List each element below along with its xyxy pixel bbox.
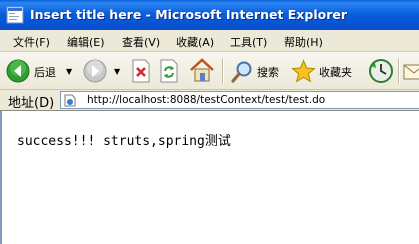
back-button[interactable]: 后退 ▼ — [4, 58, 74, 84]
address-field[interactable]: http://localhost:8088/testContext/test/t… — [60, 91, 419, 109]
toolbar-separator — [398, 58, 400, 84]
forward-dropdown-icon[interactable]: ▼ — [114, 67, 120, 76]
favorites-label: 收藏夹 — [319, 66, 352, 79]
window-title: Insert title here - Microsoft Internet E… — [30, 7, 347, 22]
address-url[interactable]: http://localhost:8088/testContext/test/t… — [87, 94, 325, 106]
back-dropdown-icon[interactable]: ▼ — [66, 67, 72, 76]
back-arrow-icon — [6, 59, 30, 83]
star-icon — [291, 59, 316, 83]
page-icon — [64, 94, 76, 107]
ie-window-icon — [6, 6, 24, 24]
mail-icon[interactable] — [403, 60, 419, 82]
address-label: 地址(D) — [8, 96, 55, 111]
history-icon[interactable] — [368, 58, 394, 84]
page-text: success!!! struts,spring测试 — [17, 134, 231, 149]
back-label: 后退 — [34, 66, 56, 79]
menu-favorites[interactable]: 收藏(A) — [176, 34, 214, 50]
favorites-button[interactable]: 收藏夹 — [290, 58, 360, 84]
refresh-icon[interactable] — [159, 59, 179, 83]
forward-arrow-icon — [83, 59, 107, 83]
toolbar-separator — [222, 58, 224, 84]
magnifier-icon — [231, 61, 252, 83]
search-label: 搜索 — [257, 66, 279, 79]
address-bar: 地址(D) http://localhost:8088/testContext/… — [0, 90, 419, 111]
forward-button[interactable]: ▼ — [82, 58, 122, 84]
menu-view[interactable]: 查看(V) — [122, 34, 160, 50]
menu-edit[interactable]: 编辑(E) — [67, 34, 105, 50]
menu-tools[interactable]: 工具(T) — [230, 34, 267, 50]
toolbar: 后退 ▼ ▼ 搜索 收藏夹 — [0, 52, 419, 90]
title-bar[interactable]: Insert title here - Microsoft Internet E… — [0, 0, 419, 30]
home-icon[interactable] — [188, 57, 216, 83]
page-content: success!!! struts,spring测试 — [0, 111, 419, 244]
stop-icon[interactable] — [131, 59, 151, 83]
menu-file[interactable]: 文件(F) — [13, 34, 50, 50]
search-button[interactable]: 搜索 — [228, 58, 284, 84]
menu-help[interactable]: 帮助(H) — [284, 34, 323, 50]
menu-bar: 文件(F) 编辑(E) 查看(V) 收藏(A) 工具(T) 帮助(H) — [0, 30, 419, 52]
